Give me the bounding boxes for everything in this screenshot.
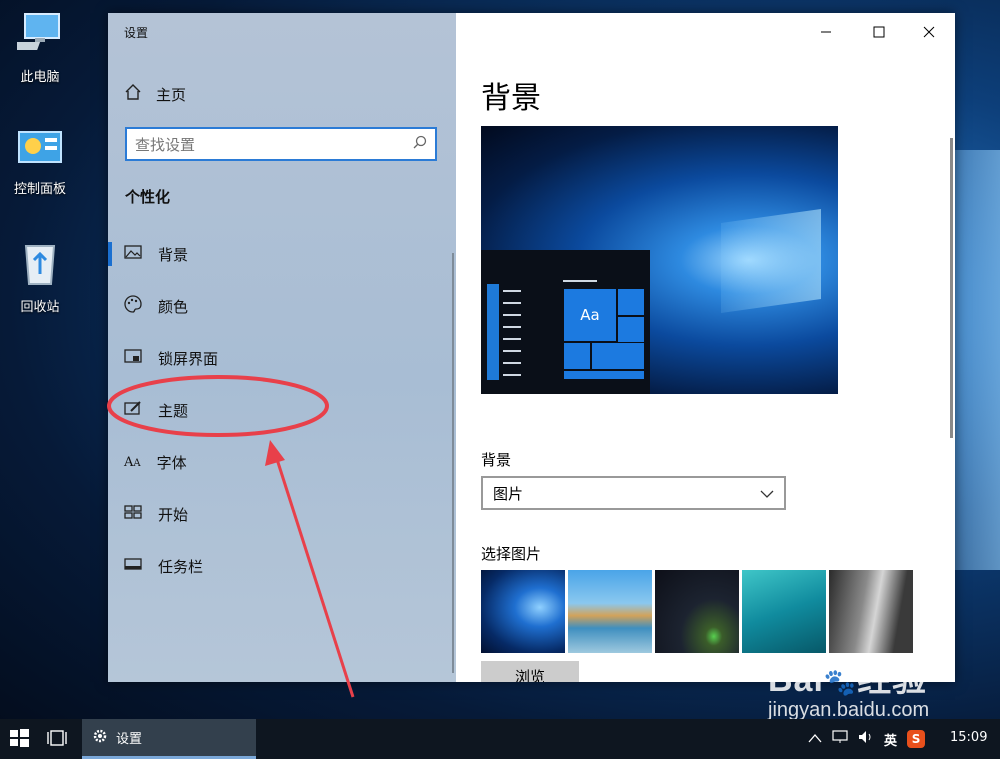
computer-icon (0, 12, 80, 60)
control-panel-icon (0, 128, 80, 172)
volume-icon[interactable] (858, 730, 874, 748)
menu-line (503, 362, 521, 364)
search-icon[interactable] (413, 135, 427, 153)
settings-sidebar: 设置 主页 查找设置 个性化 背景 颜色 锁屏界面 主题 AA 字体 开始 任务… (108, 13, 456, 682)
window-title: 设置 (124, 26, 149, 40)
menu-line (503, 326, 521, 328)
taskbar: 设置 英 S 15:09 (0, 719, 1000, 759)
start-menu-preview: Aa (481, 250, 650, 394)
chevron-up-icon[interactable] (808, 732, 822, 747)
sidebar-item-label: 背景 (158, 245, 189, 264)
select-value: 图片 (493, 484, 524, 503)
search-input[interactable]: 查找设置 (125, 127, 437, 161)
home-label: 主页 (156, 85, 187, 104)
background-type-label: 背景 (481, 451, 512, 469)
windows-logo-glow (721, 208, 821, 314)
maximize-button[interactable] (864, 21, 894, 43)
palette-icon (124, 295, 142, 317)
menu-header-line (563, 280, 597, 282)
theme-brush-icon (124, 400, 142, 420)
desktop-icon-label: 此电脑 (20, 70, 60, 85)
font-icon: AA (124, 454, 141, 470)
browse-button[interactable]: 浏览 (481, 661, 579, 682)
recycle-bin-icon (0, 240, 80, 290)
task-view-button[interactable] (46, 727, 70, 751)
desktop-icon-control-panel[interactable]: 控制面板 (0, 128, 80, 197)
preview-tile (563, 370, 645, 380)
sidebar-item-taskbar[interactable]: 任务栏 (108, 546, 456, 586)
desktop-icon-recycle-bin[interactable]: 回收站 (0, 240, 80, 315)
network-icon[interactable] (832, 730, 848, 748)
picture-icon (124, 244, 142, 264)
menu-line (503, 290, 521, 292)
preview-tile (617, 316, 645, 344)
desktop-icon-label: 回收站 (20, 300, 60, 315)
search-placeholder: 查找设置 (135, 135, 196, 154)
sidebar-item-background[interactable]: 背景 (108, 234, 456, 274)
start-button[interactable] (8, 727, 32, 751)
start-strip (487, 284, 499, 380)
lock-screen-icon (124, 348, 142, 368)
content-scrollbar[interactable] (950, 138, 953, 438)
menu-line (503, 302, 521, 304)
sidebar-item-lock-screen[interactable]: 锁屏界面 (108, 338, 456, 378)
sogou-ime-icon[interactable]: S (907, 730, 926, 748)
picture-thumbnail-beach[interactable] (568, 570, 652, 653)
sidebar-item-label: 开始 (158, 505, 189, 524)
picture-thumbnail-rock[interactable] (829, 570, 913, 653)
home-icon (124, 83, 142, 105)
section-title: 个性化 (125, 188, 171, 206)
settings-window: 设置 主页 查找设置 个性化 背景 颜色 锁屏界面 主题 AA 字体 开始 任务… (108, 13, 955, 682)
preview-tile-large: Aa (563, 288, 617, 342)
background-type-select[interactable]: 图片 (481, 476, 786, 510)
watermark-brand: Bai🐾经验 (768, 661, 928, 699)
windows-logo-icon (10, 729, 29, 747)
desktop-icon-this-pc[interactable]: 此电脑 (0, 12, 80, 85)
settings-content: 背景 Aa 背景 图片 选择图片 浏览 (456, 13, 955, 682)
minimize-button[interactable] (811, 21, 841, 43)
taskbar-icon (124, 557, 142, 575)
chevron-down-icon (760, 484, 774, 502)
close-button[interactable] (914, 21, 944, 43)
sidebar-item-label: 字体 (156, 453, 187, 472)
picture-thumbnail-windows-hero[interactable] (481, 570, 565, 653)
picture-thumbnail-night-sky[interactable] (655, 570, 739, 653)
preview-tile (617, 288, 645, 316)
menu-line (503, 374, 521, 376)
picture-thumbnail-underwater[interactable] (742, 570, 826, 653)
sidebar-item-label: 锁屏界面 (158, 349, 219, 368)
taskbar-app-label: 设置 (116, 732, 143, 747)
system-tray: 英 S (808, 719, 926, 759)
sidebar-item-fonts[interactable]: AA 字体 (108, 442, 456, 482)
sidebar-item-label: 主题 (158, 401, 189, 420)
baidu-watermark: Bai🐾经验 jingyan.baidu.com (768, 652, 929, 722)
choose-picture-label: 选择图片 (481, 545, 542, 563)
taskbar-app-settings[interactable]: 设置 (82, 719, 256, 759)
start-tiles-icon (124, 504, 142, 524)
sidebar-item-colors[interactable]: 颜色 (108, 286, 456, 326)
taskbar-clock[interactable]: 15:09 (950, 730, 987, 745)
menu-line (503, 314, 521, 316)
sidebar-item-label: 任务栏 (158, 557, 204, 576)
sidebar-scrollbar[interactable] (452, 253, 454, 673)
page-title: 背景 (481, 81, 541, 116)
sidebar-item-themes[interactable]: 主题 (108, 390, 456, 430)
task-view-icon (47, 730, 67, 746)
sidebar-item-label: 颜色 (158, 297, 189, 316)
sidebar-item-start[interactable]: 开始 (108, 494, 456, 534)
desktop-icon-label: 控制面板 (13, 182, 66, 197)
menu-line (503, 338, 521, 340)
preview-tile (591, 342, 645, 370)
preview-tile (563, 342, 591, 370)
background-preview: Aa (481, 126, 838, 394)
ime-indicator[interactable]: 英 (884, 730, 897, 749)
gear-icon (92, 728, 108, 748)
menu-line (503, 350, 521, 352)
home-link[interactable]: 主页 (124, 83, 186, 105)
